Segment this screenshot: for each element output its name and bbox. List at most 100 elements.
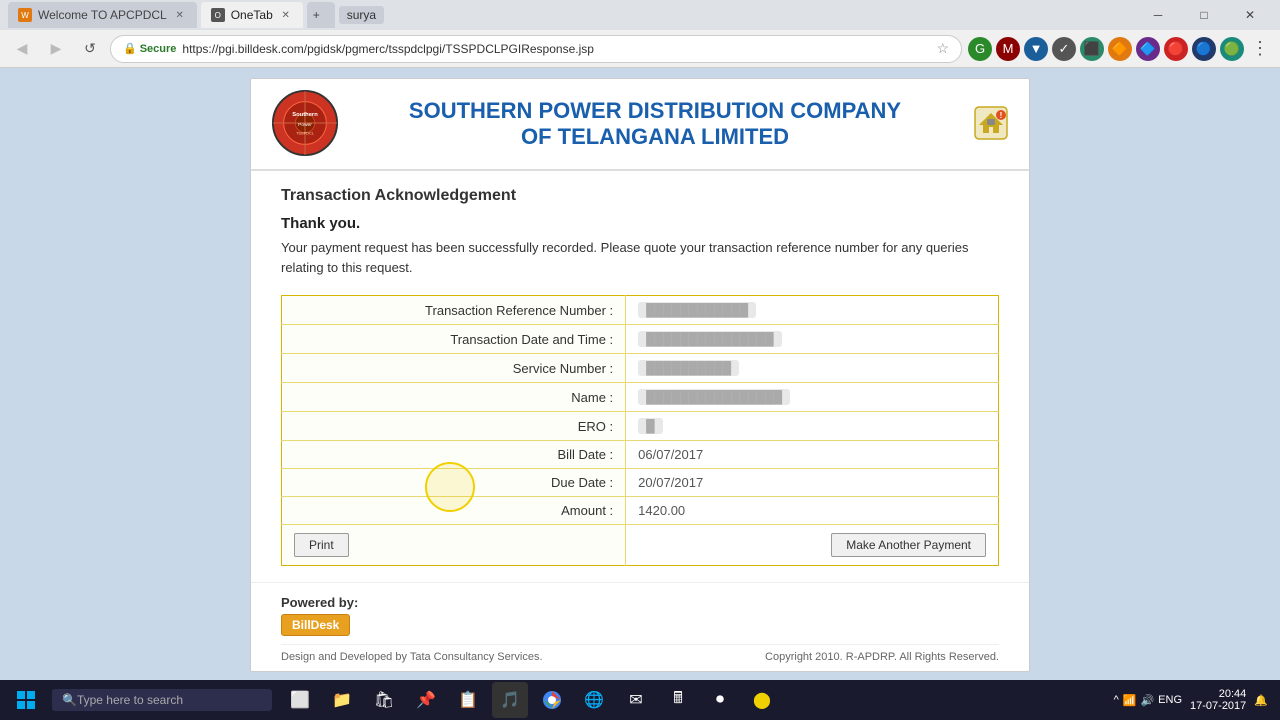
ext-icon-8[interactable]: 🔴: [1164, 37, 1188, 61]
table-row: ERO : █: [282, 412, 999, 441]
value-ref-number: ████████████: [626, 296, 999, 325]
blurred-value: ████████████: [638, 302, 756, 318]
blurred-value: ████████████████: [638, 389, 790, 405]
table-row: Due Date : 20/07/2017: [282, 469, 999, 497]
taskbar-pin-2[interactable]: 📋: [450, 682, 486, 718]
ext-icon-6[interactable]: 🔶: [1108, 37, 1132, 61]
search-icon: 🔍: [62, 693, 77, 707]
blurred-value: ███████████████: [638, 331, 782, 347]
home-icon-area: !: [969, 105, 1009, 144]
file-explorer-button[interactable]: 📁: [324, 682, 360, 718]
windows-logo-icon: [16, 690, 36, 710]
transaction-table: Transaction Reference Number : █████████…: [281, 295, 999, 566]
tab-close-onetab[interactable]: ✕: [279, 8, 293, 22]
menu-icon[interactable]: ⋮: [1248, 37, 1272, 61]
notification-icon[interactable]: 🔔: [1254, 694, 1268, 707]
minimize-button[interactable]: ─: [1136, 0, 1180, 30]
home-icon[interactable]: !: [973, 105, 1009, 141]
page-content: Southern Power TSSPDCL SOUTHERN POWER DI…: [250, 78, 1030, 672]
volume-icon[interactable]: 🔊: [1140, 694, 1154, 707]
task-view-button[interactable]: ⬜: [282, 682, 318, 718]
value-amount: 1420.00: [626, 497, 999, 525]
taskbar-pin-3[interactable]: 🎵: [492, 682, 528, 718]
media-icon[interactable]: ⏺: [702, 682, 738, 718]
ext-icon-3[interactable]: ▼: [1024, 37, 1048, 61]
circle-icon[interactable]: ⬤: [744, 682, 780, 718]
label-amount: Amount :: [282, 497, 626, 525]
ext-icon-4[interactable]: ✓: [1052, 37, 1076, 61]
tab-new[interactable]: +: [307, 2, 335, 28]
title-bar: W Welcome TO APCPDCL ✕ O OneTab ✕ + sury…: [0, 0, 1280, 30]
table-row: Amount : 1420.00: [282, 497, 999, 525]
blurred-value: ██████████: [638, 360, 739, 376]
address-bar[interactable]: 🔒 Secure https://pgi.billdesk.com/pgidsk…: [110, 35, 962, 63]
success-message: Your payment request has been successful…: [281, 238, 999, 277]
make-payment-cell: Make Another Payment: [626, 525, 999, 566]
tray-up-arrow[interactable]: ^: [1114, 694, 1119, 706]
tab-apcpdcl[interactable]: W Welcome TO APCPDCL ✕: [8, 2, 197, 28]
mail-icon[interactable]: ✉: [618, 682, 654, 718]
svg-text:Power: Power: [298, 122, 312, 128]
back-button[interactable]: ◀: [8, 35, 36, 63]
company-title: SOUTHERN POWER DISTRIBUTION COMPANY OF T…: [357, 98, 953, 150]
footer-credits: Design and Developed by Tata Consultancy…: [281, 644, 999, 663]
calculator-icon[interactable]: 🖩: [660, 682, 696, 718]
system-tray-icons: ^ 📶 🔊 ENG: [1114, 694, 1182, 707]
ext-icon-9[interactable]: 🔵: [1192, 37, 1216, 61]
table-row: Name : ████████████████: [282, 383, 999, 412]
table-row: Transaction Reference Number : █████████…: [282, 296, 999, 325]
label-ref-number: Transaction Reference Number :: [282, 296, 626, 325]
ext-icon-1[interactable]: G: [968, 37, 992, 61]
page-area: Southern Power TSSPDCL SOUTHERN POWER DI…: [0, 68, 1280, 680]
url-display: https://pgi.billdesk.com/pgidsk/pgmerc/t…: [182, 42, 930, 56]
copyright-text: Copyright 2010. R-APDRP. All Rights Rese…: [765, 651, 999, 663]
tab-close-apcpdcl[interactable]: ✕: [173, 8, 187, 22]
navigation-bar: ◀ ▶ ↺ 🔒 Secure https://pgi.billdesk.com/…: [0, 30, 1280, 68]
taskbar-clock[interactable]: 20:44 17-07-2017: [1190, 688, 1246, 712]
label-bill-date: Bill Date :: [282, 441, 626, 469]
table-row: Bill Date : 06/07/2017: [282, 441, 999, 469]
store-button[interactable]: 🛍: [366, 682, 402, 718]
powered-by-label: Powered by:: [281, 595, 999, 610]
svg-text:TSSPDCL: TSSPDCL: [296, 131, 315, 136]
extension-icons: G M ▼ ✓ ⬛ 🔶 🔷 🔴 🔵 🟢 ⋮: [968, 37, 1272, 61]
table-row: Transaction Date and Time : ████████████…: [282, 325, 999, 354]
user-label: surya: [339, 6, 384, 24]
company-header: Southern Power TSSPDCL SOUTHERN POWER DI…: [251, 79, 1029, 171]
start-button[interactable]: [4, 680, 48, 720]
maximize-button[interactable]: □: [1182, 0, 1226, 30]
page-footer: Powered by: BillDesk Design and Develope…: [251, 582, 1029, 671]
taskbar-pin-1[interactable]: 📌: [408, 682, 444, 718]
tab-favicon-onetab: O: [211, 8, 225, 22]
taskbar-search-box[interactable]: 🔍 Type here to search: [52, 689, 272, 711]
label-date-time: Transaction Date and Time :: [282, 325, 626, 354]
clock-date: 17-07-2017: [1190, 700, 1246, 712]
table-row: Service Number : ██████████: [282, 354, 999, 383]
chrome-logo-icon: [542, 690, 562, 710]
edge-icon[interactable]: 🌐: [576, 682, 612, 718]
taskbar-app-icons: ⬜ 📁 🛍 📌 📋 🎵 🌐 ✉ 🖩 ⏺ ⬤: [282, 682, 780, 718]
label-due-date: Due Date :: [282, 469, 626, 497]
forward-button[interactable]: ▶: [42, 35, 70, 63]
design-credits: Design and Developed by Tata Consultancy…: [281, 651, 543, 663]
refresh-button[interactable]: ↺: [76, 35, 104, 63]
close-button[interactable]: ✕: [1228, 0, 1272, 30]
chrome-icon[interactable]: [534, 682, 570, 718]
ext-icon-10[interactable]: 🟢: [1220, 37, 1244, 61]
ext-icon-7[interactable]: 🔷: [1136, 37, 1160, 61]
label-service-number: Service Number :: [282, 354, 626, 383]
logo-svg: Southern Power TSSPDCL: [271, 89, 339, 157]
bookmark-star-icon[interactable]: ☆: [936, 40, 949, 57]
ext-icon-5[interactable]: ⬛: [1080, 37, 1104, 61]
tab-onetab[interactable]: O OneTab ✕: [201, 2, 303, 28]
taskbar-right: ^ 📶 🔊 ENG 20:44 17-07-2017 🔔: [1114, 688, 1276, 712]
transaction-title: Transaction Acknowledgement: [281, 187, 999, 205]
print-button[interactable]: Print: [294, 533, 349, 557]
thank-you-text: Thank you.: [281, 215, 999, 232]
make-another-payment-button[interactable]: Make Another Payment: [831, 533, 986, 557]
taskbar: 🔍 Type here to search ⬜ 📁 🛍 📌 📋 🎵 🌐 ✉ 🖩 …: [0, 680, 1280, 720]
network-icon[interactable]: 📶: [1123, 694, 1137, 707]
value-date-time: ███████████████: [626, 325, 999, 354]
ext-icon-2[interactable]: M: [996, 37, 1020, 61]
language-indicator: ENG: [1158, 694, 1182, 706]
